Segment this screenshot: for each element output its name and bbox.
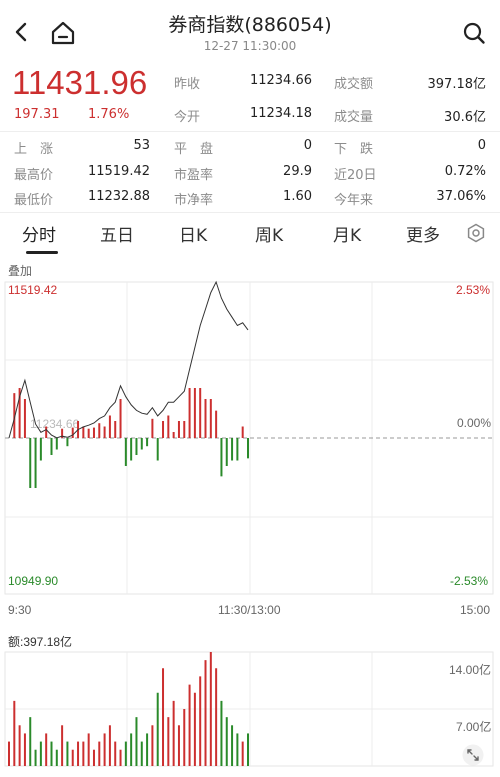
fullscreen-icon[interactable] (462, 744, 484, 766)
chart-grid (4, 281, 494, 767)
intraday-chart[interactable] (0, 0, 500, 777)
